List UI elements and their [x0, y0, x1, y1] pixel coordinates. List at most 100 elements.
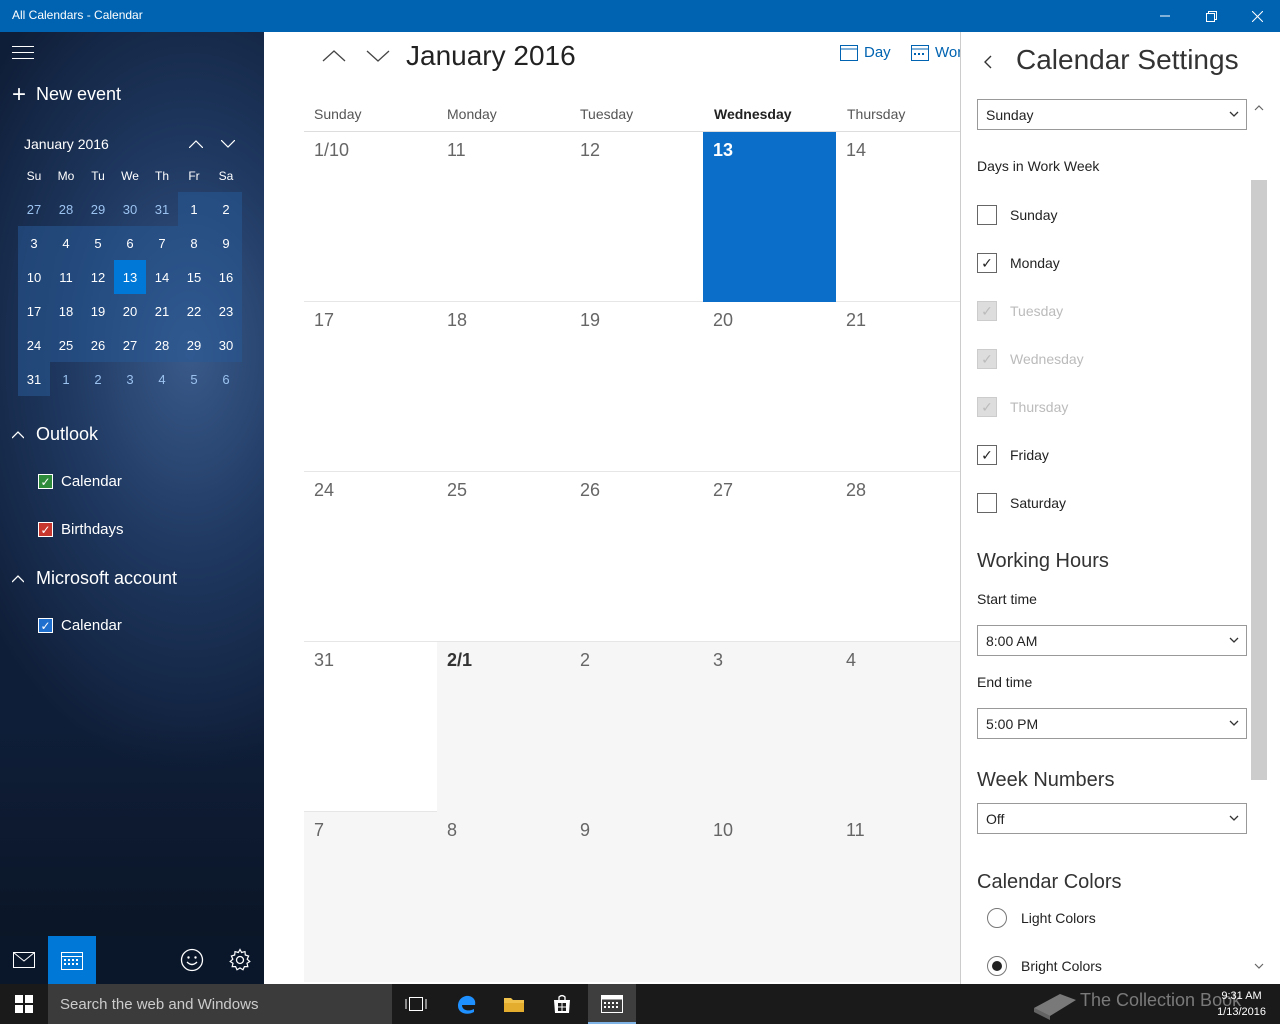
mini-day[interactable]: 28 [146, 328, 178, 362]
mini-day[interactable]: 31 [146, 192, 178, 226]
mini-prev-month-button[interactable] [184, 132, 208, 156]
start-button[interactable] [0, 984, 48, 1024]
first-day-of-week-select[interactable]: Sunday [977, 99, 1247, 130]
workday-checkbox-friday[interactable]: ✓ Friday [977, 445, 1049, 465]
mini-day[interactable]: 23 [210, 294, 242, 328]
mini-day[interactable]: 1 [178, 192, 210, 226]
day-cell[interactable]: 9 [570, 812, 703, 982]
mini-day[interactable]: 30 [114, 192, 146, 226]
end-time-select[interactable]: 5:00 PM [977, 708, 1247, 739]
mini-day[interactable]: 5 [82, 226, 114, 260]
work-week-view-button[interactable]: Wor [911, 44, 962, 61]
edge-button[interactable] [442, 984, 490, 1024]
calendar-item-microsoft-calendar[interactable]: ✓ Calendar [38, 617, 122, 634]
day-cell[interactable]: 7 [304, 812, 437, 982]
mini-day[interactable]: 16 [210, 260, 242, 294]
mini-day[interactable]: 15 [178, 260, 210, 294]
mini-day[interactable]: 27 [114, 328, 146, 362]
checkbox-checked-icon[interactable]: ✓ [38, 522, 53, 537]
mini-day[interactable]: 20 [114, 294, 146, 328]
day-cell[interactable]: 10 [703, 812, 836, 982]
checkbox-checked-icon[interactable]: ✓ [38, 618, 53, 633]
group-outlook[interactable]: Outlook [12, 424, 98, 445]
day-cell[interactable]: 20 [703, 302, 836, 472]
mini-day[interactable]: 31 [18, 362, 50, 396]
calendar-button[interactable] [48, 936, 96, 984]
mini-day[interactable]: 25 [50, 328, 82, 362]
scroll-up-button[interactable] [1251, 100, 1267, 116]
week-numbers-select[interactable]: Off [977, 803, 1247, 834]
mini-day[interactable]: 26 [82, 328, 114, 362]
hamburger-menu-icon[interactable] [12, 46, 34, 62]
day-cell[interactable]: 24 [304, 472, 437, 642]
task-view-button[interactable] [392, 984, 440, 1024]
mini-day[interactable]: 4 [146, 362, 178, 396]
mini-day[interactable]: 9 [210, 226, 242, 260]
day-cell[interactable]: 28 [836, 472, 969, 642]
day-cell[interactable]: 11 [437, 132, 570, 302]
day-cell[interactable]: 27 [703, 472, 836, 642]
mini-day[interactable]: 5 [178, 362, 210, 396]
system-clock[interactable]: 9:31 AM 1/13/2016 [1217, 988, 1266, 1020]
mini-day[interactable]: 14 [146, 260, 178, 294]
mini-day[interactable]: 8 [178, 226, 210, 260]
settings-scrollbar-thumb[interactable] [1251, 180, 1267, 780]
mail-button[interactable] [0, 936, 48, 984]
calendar-taskbar-button[interactable] [588, 984, 636, 1024]
workday-checkbox-monday[interactable]: ✓ Monday [977, 253, 1060, 273]
mini-day-today[interactable]: 13 [114, 260, 146, 294]
day-cell[interactable]: 19 [570, 302, 703, 472]
prev-month-button[interactable] [318, 44, 350, 68]
day-cell[interactable]: 31 [304, 642, 437, 812]
day-cell[interactable]: 26 [570, 472, 703, 642]
back-button[interactable] [983, 50, 999, 74]
scroll-down-button[interactable] [1251, 958, 1267, 974]
mini-day[interactable]: 18 [50, 294, 82, 328]
day-cell[interactable]: 14 [836, 132, 969, 302]
light-colors-radio[interactable]: Light Colors [987, 908, 1096, 928]
mini-next-month-button[interactable] [216, 132, 240, 156]
day-view-button[interactable]: Day [840, 44, 891, 61]
mini-day[interactable]: 29 [178, 328, 210, 362]
day-cell[interactable]: 17 [304, 302, 437, 472]
mini-day[interactable]: 10 [18, 260, 50, 294]
mini-day[interactable]: 11 [50, 260, 82, 294]
mini-day[interactable]: 4 [50, 226, 82, 260]
store-button[interactable] [538, 984, 586, 1024]
close-button[interactable] [1234, 0, 1280, 32]
day-cell[interactable]: 4 [836, 642, 969, 812]
day-cell[interactable]: 21 [836, 302, 969, 472]
group-microsoft-account[interactable]: Microsoft account [12, 568, 177, 589]
mini-day[interactable]: 6 [114, 226, 146, 260]
new-event-button[interactable]: + New event [12, 82, 121, 106]
workday-checkbox-sunday[interactable]: Sunday [977, 205, 1057, 225]
mini-day[interactable]: 27 [18, 192, 50, 226]
taskbar-search-box[interactable]: Search the web and Windows [48, 984, 392, 1024]
day-cell[interactable]: 11 [836, 812, 969, 982]
day-cell[interactable]: 3 [703, 642, 836, 812]
day-cell[interactable]: 1/10 [304, 132, 437, 302]
mini-day[interactable]: 2 [210, 192, 242, 226]
workday-checkbox-saturday[interactable]: Saturday [977, 493, 1066, 513]
mini-day[interactable]: 21 [146, 294, 178, 328]
mini-day[interactable]: 30 [210, 328, 242, 362]
mini-day[interactable]: 24 [18, 328, 50, 362]
settings-button[interactable] [216, 936, 264, 984]
bright-colors-radio[interactable]: Bright Colors [987, 956, 1102, 976]
day-cell-today[interactable]: 13 [703, 132, 836, 302]
checkbox-checked-icon[interactable]: ✓ [38, 474, 53, 489]
restore-button[interactable] [1188, 0, 1234, 32]
mini-day[interactable]: 19 [82, 294, 114, 328]
mini-calendar-title[interactable]: January 2016 [24, 136, 109, 152]
mini-day[interactable]: 3 [18, 226, 50, 260]
start-time-select[interactable]: 8:00 AM [977, 625, 1247, 656]
day-cell[interactable]: 25 [437, 472, 570, 642]
mini-day[interactable]: 17 [18, 294, 50, 328]
mini-day[interactable]: 6 [210, 362, 242, 396]
mini-day[interactable]: 1 [50, 362, 82, 396]
calendar-item-birthdays[interactable]: ✓ Birthdays [38, 521, 124, 538]
mini-day[interactable]: 3 [114, 362, 146, 396]
next-month-button[interactable] [362, 44, 394, 68]
feedback-button[interactable] [168, 936, 216, 984]
file-explorer-button[interactable] [490, 984, 538, 1024]
